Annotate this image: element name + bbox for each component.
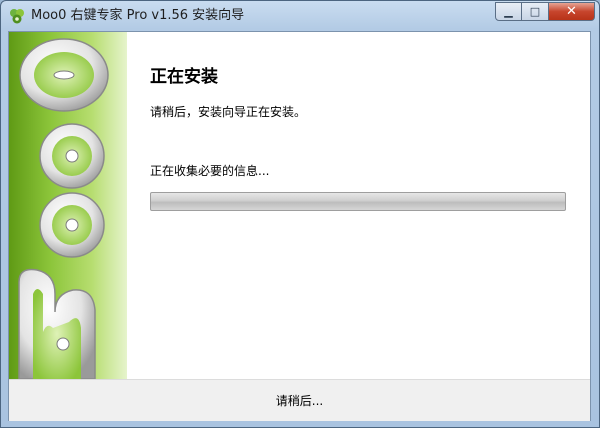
moo0-app-icon xyxy=(10,9,24,24)
footer-status: 请稍后... xyxy=(275,394,324,408)
title-bar[interactable]: Moo0 右键专家 Pro v1.56 安装向导 ▁ □ ✕ xyxy=(1,1,599,31)
minimize-button[interactable]: ▁ xyxy=(495,2,522,21)
caption-buttons: ▁ □ ✕ xyxy=(495,2,595,21)
side-banner xyxy=(9,32,127,379)
main-content: 正在安装 请稍后，安装向导正在安装。 正在收集必要的信息... xyxy=(127,32,590,379)
close-button[interactable]: ✕ xyxy=(549,2,595,21)
page-title: 正在安装 xyxy=(150,67,218,87)
window-title: Moo0 右键专家 Pro v1.56 安装向导 xyxy=(31,8,245,23)
maximize-button[interactable]: □ xyxy=(522,2,549,21)
status-text: 正在收集必要的信息... xyxy=(150,164,270,178)
moo0-logo-icon xyxy=(18,38,109,379)
page-subtitle: 请稍后，安装向导正在安装。 xyxy=(150,105,307,119)
footer-bar: 请稍后... xyxy=(9,379,590,421)
client-area: 正在安装 请稍后，安装向导正在安装。 正在收集必要的信息... 请稍后... xyxy=(8,31,591,421)
installer-window: Moo0 右键专家 Pro v1.56 安装向导 ▁ □ ✕ 正在安装 请稍后，… xyxy=(0,0,600,428)
progress-bar xyxy=(150,192,566,211)
